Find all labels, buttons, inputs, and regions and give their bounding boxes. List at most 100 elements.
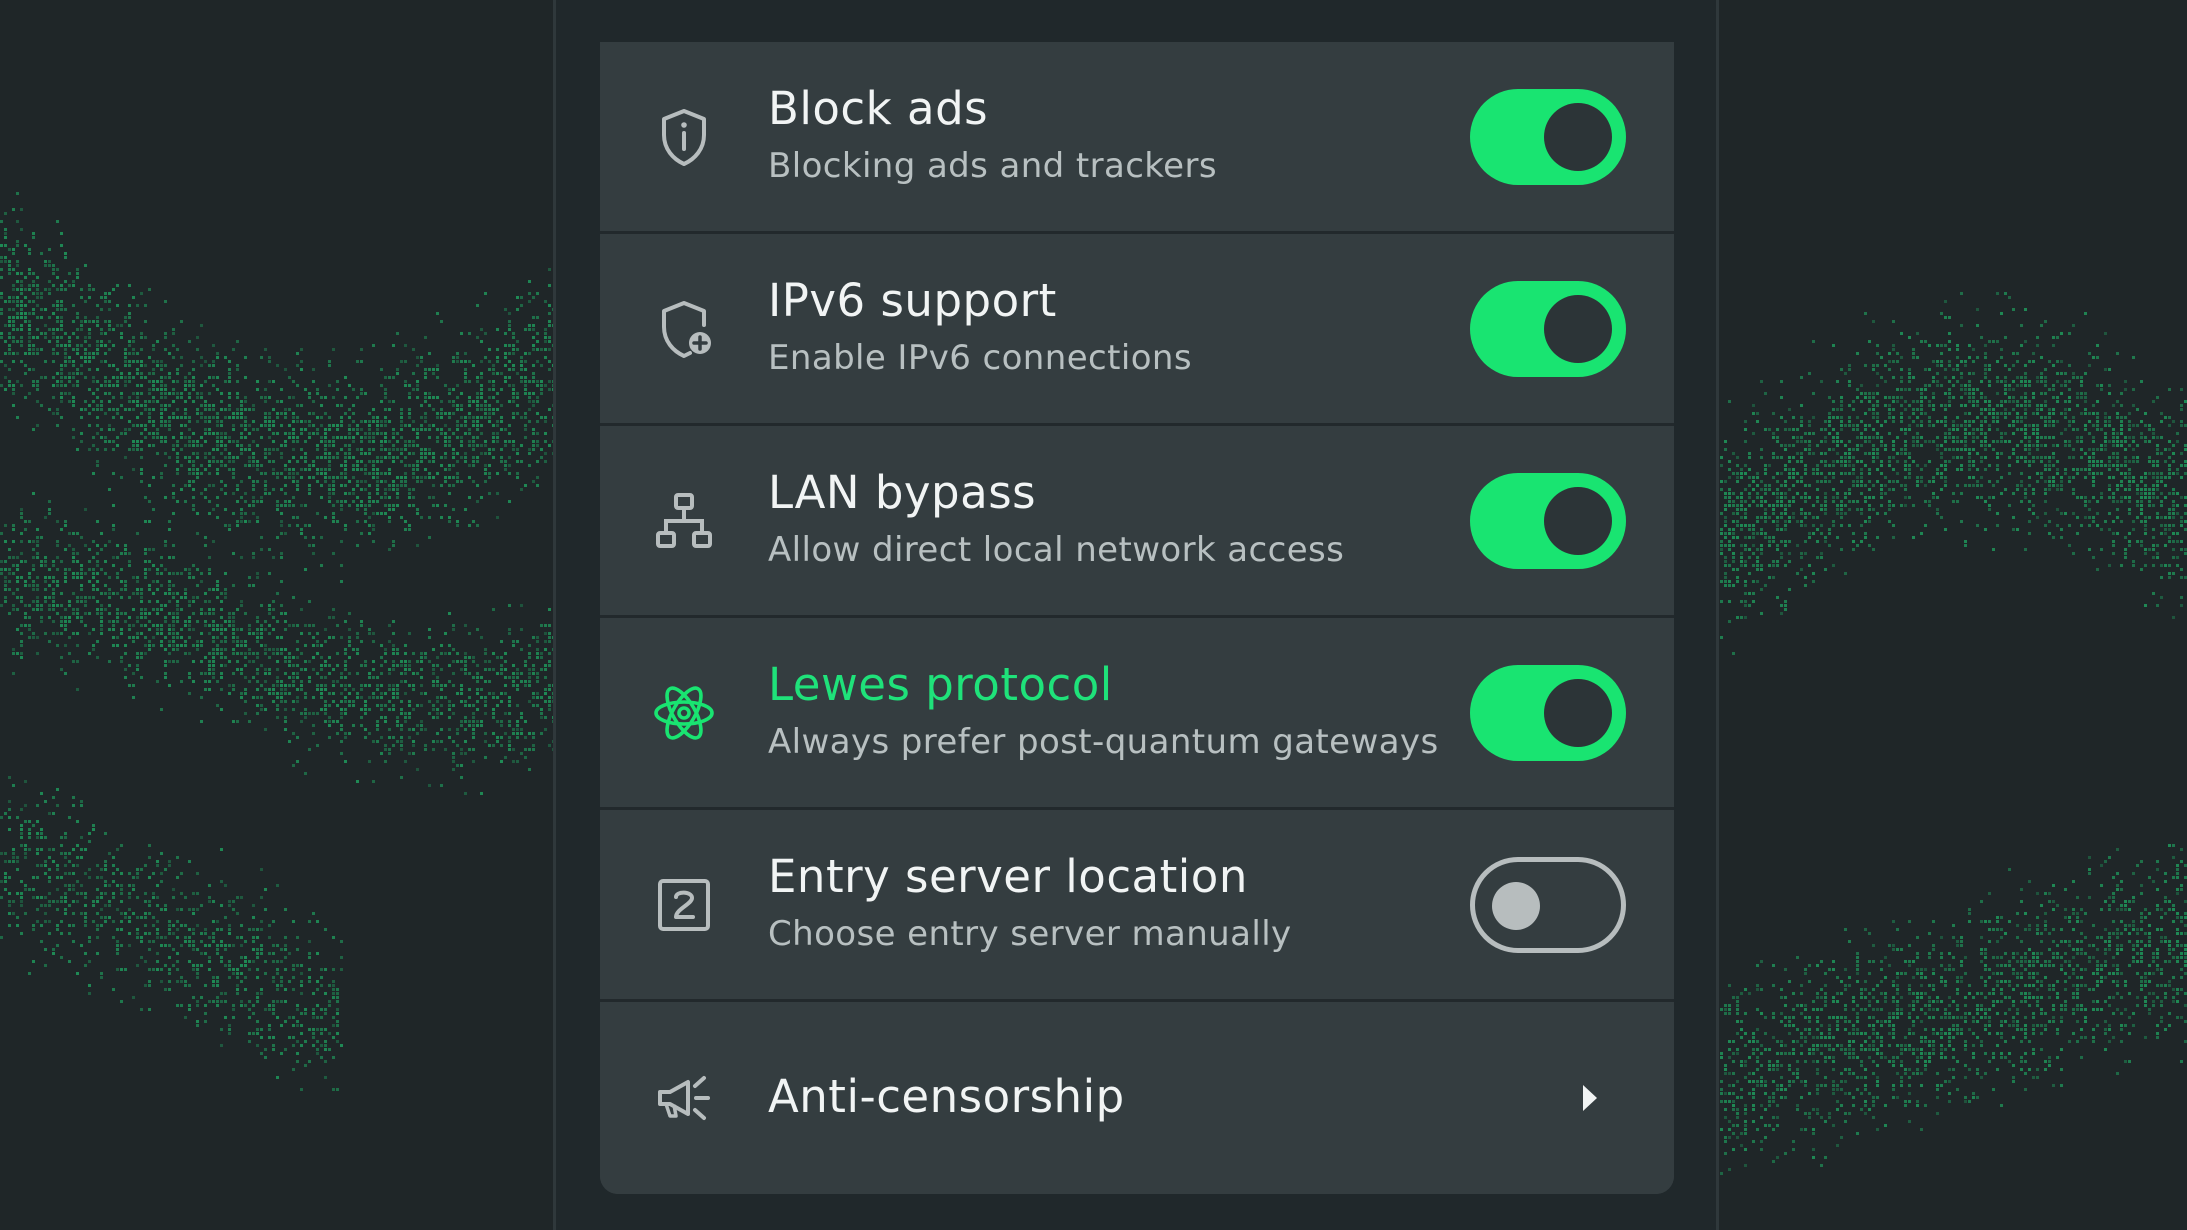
backdrop-dot (64, 384, 67, 387)
backdrop-dot (108, 384, 111, 387)
backdrop-dot (112, 628, 115, 631)
backdrop-dot (4, 860, 7, 863)
backdrop-dot (388, 752, 391, 755)
backdrop-dot (148, 628, 151, 631)
backdrop-dot (216, 388, 219, 391)
backdrop-dot (156, 360, 159, 363)
backdrop-dot (60, 232, 63, 235)
backdrop-dot (116, 968, 119, 971)
backdrop-dot (188, 572, 191, 575)
backdrop-dot (128, 344, 131, 347)
backdrop-dot (124, 428, 127, 431)
backdrop-dot (120, 568, 123, 571)
backdrop-dot (296, 640, 299, 643)
backdrop-dot (108, 612, 111, 615)
backdrop-dot (232, 460, 235, 463)
backdrop-dot (12, 360, 15, 363)
backdrop-dot (324, 448, 327, 451)
backdrop-dot (8, 344, 11, 347)
backdrop-dot (464, 664, 467, 667)
backdrop-dot (192, 376, 195, 379)
backdrop-dot (272, 468, 275, 471)
backdrop-dot (324, 664, 327, 667)
backdrop-dot (340, 504, 343, 507)
backdrop-dot (192, 388, 195, 391)
backdrop-dot (124, 912, 127, 915)
backdrop-dot (96, 572, 99, 575)
backdrop-dot (312, 732, 315, 735)
backdrop-dot (84, 924, 87, 927)
backdrop-dot (236, 644, 239, 647)
backdrop-dot (276, 416, 279, 419)
backdrop-dot (384, 416, 387, 419)
backdrop-dot (120, 596, 123, 599)
backdrop-dot (508, 744, 511, 747)
backdrop-dot (440, 464, 443, 467)
backdrop-dot (312, 424, 315, 427)
backdrop-dot (312, 412, 315, 415)
backdrop-dot (20, 896, 23, 899)
backdrop-dot (160, 476, 163, 479)
backdrop-dot (76, 560, 79, 563)
backdrop-dot (216, 952, 219, 955)
backdrop-dot (296, 688, 299, 691)
backdrop-dot (20, 284, 23, 287)
backdrop-dot (224, 640, 227, 643)
backdrop-dot (516, 724, 519, 727)
backdrop-dot (340, 716, 343, 719)
backdrop-dot (384, 376, 387, 379)
backdrop-dot (40, 848, 43, 851)
backdrop-dot (104, 880, 107, 883)
backdrop-dot (544, 632, 547, 635)
backdrop-dot (312, 400, 315, 403)
backdrop-dot (208, 392, 211, 395)
backdrop-dot (296, 1008, 299, 1011)
backdrop-dot (532, 348, 535, 351)
backdrop-dot (192, 680, 195, 683)
backdrop-dot (432, 648, 435, 651)
backdrop-dot (120, 324, 123, 327)
backdrop-dot (392, 376, 395, 379)
backdrop-dot (268, 648, 271, 651)
backdrop-dot (20, 312, 23, 315)
backdrop-dot (68, 272, 71, 275)
backdrop-dot (256, 628, 259, 631)
backdrop-dot (152, 424, 155, 427)
backdrop-dot (536, 636, 539, 639)
backdrop-dot (260, 500, 263, 503)
backdrop-dot (516, 308, 519, 311)
backdrop-dot (136, 576, 139, 579)
backdrop-dot (472, 736, 475, 739)
backdrop-dot (224, 448, 227, 451)
backdrop-dot (192, 440, 195, 443)
backdrop-dot (252, 512, 255, 515)
backdrop-dot (332, 1024, 335, 1027)
backdrop-dot (384, 492, 387, 495)
backdrop-dot (408, 632, 411, 635)
backdrop-dot (32, 292, 35, 295)
backdrop-dot (36, 276, 39, 279)
backdrop-dot (24, 288, 27, 291)
backdrop-dot (280, 524, 283, 527)
backdrop-dot (116, 436, 119, 439)
backdrop-dot (332, 684, 335, 687)
backdrop-dot (424, 452, 427, 455)
backdrop-dot (380, 424, 383, 427)
backdrop-dot (304, 716, 307, 719)
backdrop-dot (452, 400, 455, 403)
backdrop-dot (464, 372, 467, 375)
backdrop-dot (336, 404, 339, 407)
backdrop-dot (172, 492, 175, 495)
backdrop-dot (176, 600, 179, 603)
backdrop-dot (344, 736, 347, 739)
backdrop-dot (148, 1008, 151, 1011)
backdrop-dot (504, 684, 507, 687)
backdrop-dot (540, 416, 543, 419)
backdrop-dot (32, 300, 35, 303)
backdrop-dot (240, 692, 243, 695)
backdrop-dot (16, 220, 19, 223)
backdrop-dot (420, 668, 423, 671)
backdrop-dot (360, 348, 363, 351)
backdrop-dot (252, 452, 255, 455)
backdrop-dot (84, 916, 87, 919)
